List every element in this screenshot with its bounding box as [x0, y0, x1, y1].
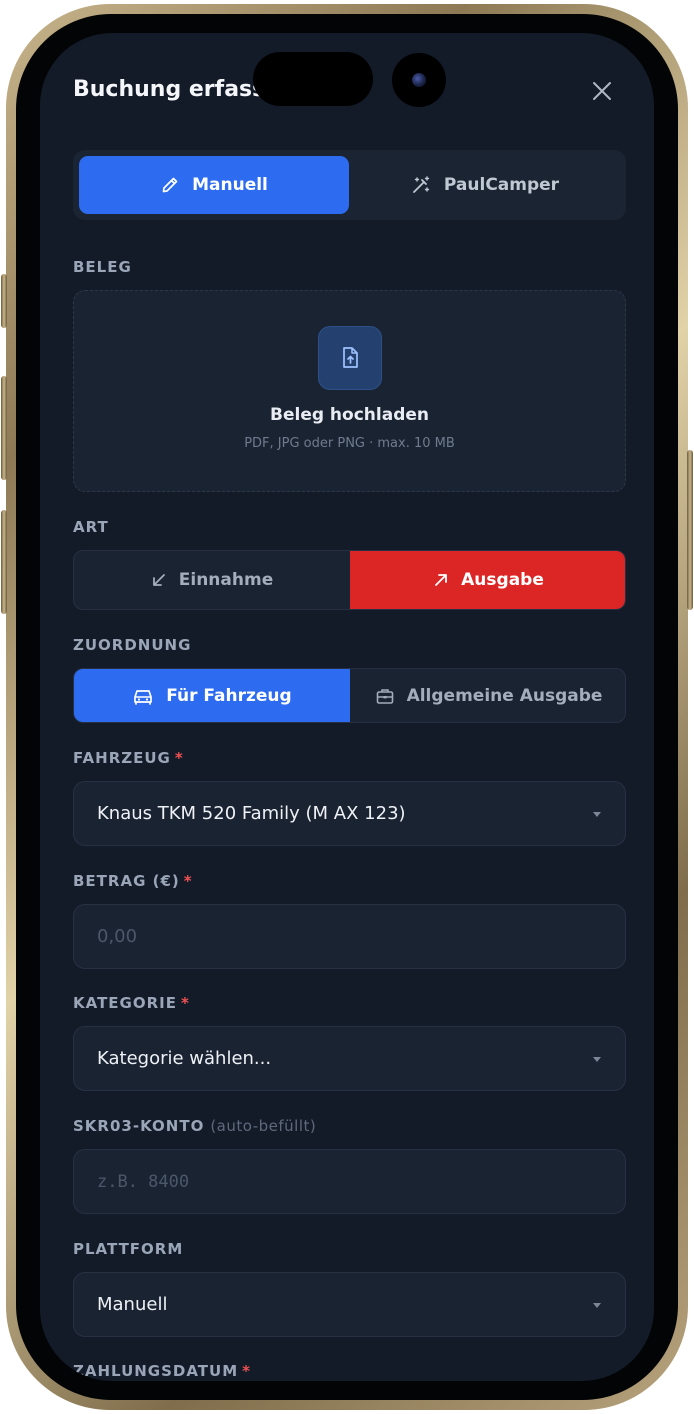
- kategorie-label: KATEGORIE *: [73, 994, 190, 1012]
- plattform-label: PLATTFORM: [73, 1240, 184, 1258]
- kategorie-select[interactable]: Kategorie wählen...: [73, 1026, 626, 1091]
- skr03-input[interactable]: [73, 1149, 626, 1214]
- volume-up-button: [1, 376, 7, 480]
- chevron-down-icon: [593, 1057, 601, 1062]
- zahlungsdatum-label: ZAHLUNGSDATUM *: [73, 1362, 252, 1380]
- close-button[interactable]: [588, 77, 616, 105]
- zuordnung-label: ZUORDNUNG: [73, 636, 192, 654]
- fahrzeug-select-value: Knaus TKM 520 Family (M AX 123): [97, 803, 406, 824]
- allgemein-assign-label: Allgemeine Ausgabe: [406, 685, 603, 706]
- tab-paulcamper[interactable]: PaulCamper: [349, 156, 620, 214]
- chevron-down-icon: [593, 1303, 601, 1308]
- pencil-icon: [162, 177, 178, 193]
- ausgabe-label: Ausgabe: [461, 570, 544, 590]
- tab-manual-label: Manuell: [192, 175, 268, 195]
- tab-paulcamper-label: PaulCamper: [443, 175, 560, 195]
- tab-manual[interactable]: Manuell: [79, 156, 349, 214]
- phone-screen: Buchung erfassen Manuell PaulCamper BELE…: [40, 33, 654, 1381]
- fahrzeug-assign-label: Für Fahrzeug: [166, 685, 292, 706]
- kategorie-select-value: Kategorie wählen...: [97, 1048, 272, 1069]
- booking-modal: Buchung erfassen Manuell PaulCamper BELE…: [40, 33, 654, 1381]
- einnahme-label: Einnahme: [178, 570, 274, 590]
- arrow-up-right-icon: [435, 574, 448, 586]
- plattform-select[interactable]: Manuell: [73, 1272, 626, 1337]
- upload-title: Beleg hochladen: [270, 405, 429, 425]
- upload-hint: PDF, JPG oder PNG · max. 10 MB: [244, 436, 455, 451]
- beleg-label: BELEG: [73, 258, 132, 276]
- action-button: [1, 274, 7, 328]
- arrow-down-left-icon: [152, 574, 165, 586]
- einnahme-button[interactable]: Einnahme: [74, 551, 350, 609]
- front-camera: [392, 53, 446, 107]
- betrag-label: BETRAG (€) *: [73, 872, 193, 890]
- mode-tabs: Manuell PaulCamper: [73, 150, 626, 220]
- chevron-down-icon: [593, 812, 601, 817]
- art-toggle: Einnahme Ausgabe: [73, 550, 626, 610]
- file-upload-icon: [343, 347, 358, 368]
- skr03-label: SKR03-KONTO (auto-befüllt): [73, 1117, 317, 1135]
- allgemein-assign-button[interactable]: Allgemeine Ausgabe: [350, 669, 625, 722]
- car-icon: [134, 689, 153, 705]
- dynamic-island: [253, 52, 373, 106]
- power-button: [687, 450, 693, 610]
- betrag-input[interactable]: [73, 904, 626, 969]
- zuordnung-toggle: Für Fahrzeug Allgemeine Ausgabe: [73, 668, 626, 723]
- ausgabe-button[interactable]: Ausgabe: [350, 551, 625, 609]
- volume-down-button: [1, 510, 7, 614]
- art-label: ART: [73, 518, 109, 536]
- plattform-select-value: Manuell: [97, 1294, 168, 1315]
- receipt-upload-area[interactable]: Beleg hochladen PDF, JPG oder PNG · max.…: [73, 290, 626, 492]
- fahrzeug-select[interactable]: Knaus TKM 520 Family (M AX 123): [73, 781, 626, 846]
- fahrzeug-assign-button[interactable]: Für Fahrzeug: [74, 669, 350, 722]
- close-icon: [593, 82, 611, 100]
- magic-wand-icon: [413, 176, 430, 193]
- upload-icon-box: [318, 326, 382, 390]
- briefcase-icon: [376, 688, 393, 704]
- fahrzeug-label: FAHRZEUG *: [73, 749, 184, 767]
